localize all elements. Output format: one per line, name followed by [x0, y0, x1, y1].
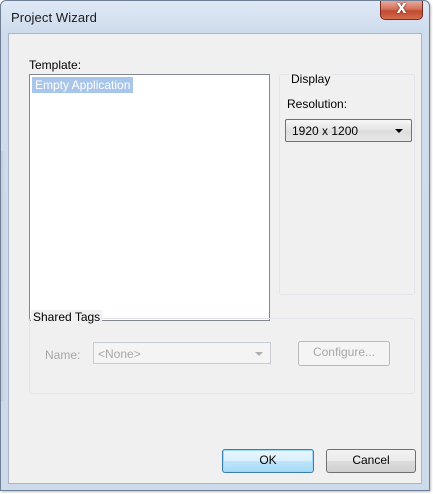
template-item-empty-application[interactable]: Empty Application — [32, 77, 134, 93]
shared-tags-group-title: Shared Tags — [31, 310, 103, 324]
shared-tags-name-value: <None> — [98, 347, 141, 361]
display-group-title: Display — [289, 72, 333, 86]
resolution-select[interactable]: 1920 x 1200 — [285, 119, 412, 142]
template-label: Template: — [29, 58, 82, 72]
configure-button[interactable]: Configure... — [298, 341, 390, 366]
close-icon: X — [396, 2, 407, 17]
cancel-button[interactable]: Cancel — [326, 449, 416, 473]
window-edge-shadow — [1, 151, 5, 401]
chevron-down-icon — [395, 129, 403, 133]
close-button[interactable]: X — [380, 1, 423, 20]
shared-tags-name-label: Name: — [45, 348, 81, 362]
resolution-label: Resolution: — [287, 97, 348, 111]
resolution-value: 1920 x 1200 — [292, 124, 359, 138]
ok-button[interactable]: OK — [222, 449, 314, 473]
title-bar[interactable]: Project Wizard X — [1, 1, 429, 33]
shared-tags-name-select[interactable]: <None> — [93, 342, 271, 364]
dialog-client-area: Template: Empty Application Display Reso… — [8, 33, 422, 484]
window-title: Project Wizard — [11, 10, 97, 25]
project-wizard-window: Project Wizard X Template: Empty Applica… — [0, 0, 430, 491]
template-list[interactable]: Empty Application — [29, 74, 270, 321]
chevron-down-icon — [255, 352, 263, 356]
